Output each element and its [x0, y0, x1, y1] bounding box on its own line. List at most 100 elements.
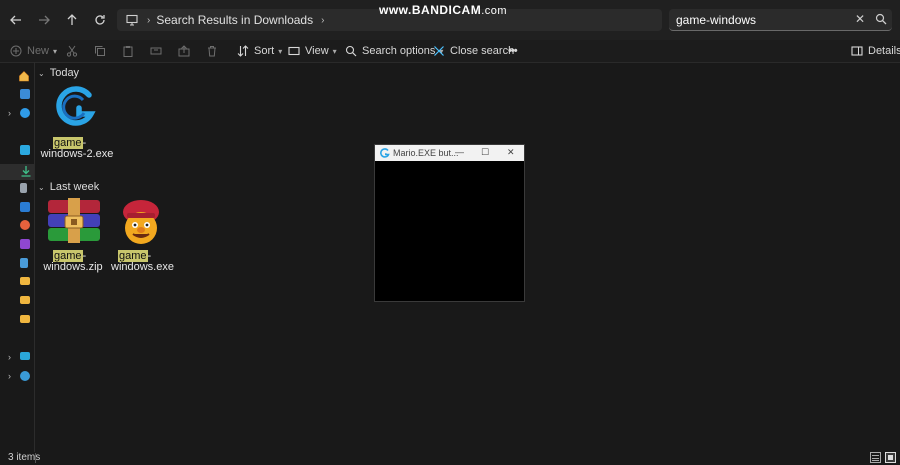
- details-label: Details: [868, 45, 900, 57]
- details-view-icon[interactable]: [870, 452, 881, 463]
- status-bar: 3 items: [0, 452, 900, 465]
- chevron-down-icon: ▾: [278, 46, 283, 56]
- details-pane-button[interactable]: Details: [851, 43, 900, 59]
- search-options-icon: [345, 45, 357, 57]
- view-icon: [288, 46, 300, 56]
- sort-button[interactable]: Sort ▾: [237, 43, 282, 59]
- chevron-down-icon: ⌄: [38, 68, 45, 78]
- game-canvas[interactable]: [375, 161, 524, 301]
- delete-button[interactable]: [206, 43, 223, 59]
- search-value: game-windows: [676, 13, 757, 27]
- gdevelop-icon: [380, 148, 390, 158]
- documents-icon[interactable]: [20, 183, 27, 193]
- search-icon[interactable]: [875, 13, 887, 25]
- more-options-button[interactable]: •••: [508, 43, 518, 59]
- file-name[interactable]: game- windows.zip: [40, 250, 106, 273]
- paste-button[interactable]: [122, 43, 139, 59]
- music-icon[interactable]: [20, 220, 30, 230]
- search-input[interactable]: game-windows ✕: [669, 9, 892, 31]
- trash-icon: [208, 46, 216, 57]
- file-icon[interactable]: [49, 86, 99, 130]
- close-icon[interactable]: ✕: [507, 147, 515, 158]
- group-label: Today: [49, 67, 80, 79]
- view-button[interactable]: View ▾: [288, 43, 337, 59]
- desktop-icon[interactable]: [20, 145, 30, 155]
- file-name-part: windows.zip: [43, 261, 103, 273]
- maximize-icon[interactable]: ☐: [481, 147, 489, 158]
- up-button[interactable]: [62, 10, 82, 30]
- gdevelop-icon: [56, 86, 96, 126]
- plus-circle-icon: [10, 45, 22, 57]
- downloads-icon[interactable]: [20, 165, 32, 177]
- this-pc-icon[interactable]: [20, 352, 30, 360]
- gallery-icon[interactable]: [20, 89, 30, 99]
- file-icon[interactable]: [46, 198, 102, 244]
- new-label: New: [27, 45, 50, 57]
- group-label: Last week: [49, 181, 100, 193]
- status-divider: [35, 453, 36, 463]
- minimize-icon[interactable]: —: [455, 147, 464, 157]
- clear-search-icon[interactable]: ✕: [855, 12, 865, 26]
- more-icon: •••: [508, 45, 518, 57]
- close-icon: [434, 46, 444, 56]
- chevron-right-icon[interactable]: ›: [8, 108, 11, 118]
- file-icon[interactable]: [117, 198, 165, 246]
- file-name[interactable]: game- windows.exe: [111, 250, 174, 273]
- videos-icon[interactable]: [20, 239, 30, 249]
- chevron-down-icon: ▾: [332, 46, 337, 56]
- rename-button[interactable]: [150, 43, 167, 59]
- refresh-button[interactable]: [90, 10, 110, 30]
- chevron-down-icon: ▾: [53, 46, 58, 56]
- view-label: View: [305, 45, 329, 57]
- mario-character-icon: [123, 200, 159, 244]
- close-search-label: Close search: [450, 45, 515, 57]
- search-options-button[interactable]: Search options ▾: [345, 43, 443, 59]
- copy-icon: [95, 46, 105, 56]
- mario-window-titlebar[interactable]: Mario.EXE but... — ☐ ✕: [375, 145, 524, 161]
- folder-icon[interactable]: [20, 296, 30, 304]
- breadcrumb-chevron-icon[interactable]: ›: [321, 15, 324, 26]
- back-button[interactable]: [6, 10, 26, 30]
- folder-icon[interactable]: [20, 315, 30, 323]
- close-search-button[interactable]: Close search: [433, 43, 514, 59]
- share-icon: [178, 45, 190, 57]
- mario-window[interactable]: Mario.EXE but... — ☐ ✕: [374, 144, 525, 302]
- breadcrumb-chevron-icon: ›: [147, 14, 151, 26]
- winrar-archive-icon: [48, 198, 100, 243]
- search-options-label: Search options: [362, 45, 436, 57]
- home-icon[interactable]: [18, 70, 30, 82]
- forward-button[interactable]: [34, 10, 54, 30]
- copy-button[interactable]: [94, 43, 111, 59]
- chevron-right-icon[interactable]: ›: [8, 352, 11, 362]
- large-icons-view-icon[interactable]: [885, 452, 896, 463]
- group-header-last-week[interactable]: ⌄ Last week: [38, 181, 99, 193]
- group-header-today[interactable]: ⌄ Today: [38, 67, 79, 79]
- chevron-down-icon: ⌄: [38, 182, 45, 192]
- rename-icon: [150, 47, 162, 55]
- title-bar: › Search Results in Downloads › www.BAND…: [0, 0, 900, 40]
- sort-label: Sort: [254, 45, 275, 57]
- folder-icon[interactable]: [20, 277, 30, 285]
- sort-icon: [237, 45, 249, 57]
- arrow-left-icon: [10, 15, 21, 25]
- onedrive-icon[interactable]: [20, 108, 30, 118]
- recycle-bin-icon[interactable]: [20, 258, 28, 268]
- file-name-part: windows-2.exe: [40, 148, 114, 160]
- bandicam-watermark: www.BANDICAM.com: [379, 3, 507, 17]
- watermark-tld: .com: [481, 5, 508, 17]
- network-icon[interactable]: [20, 371, 30, 381]
- pictures-icon[interactable]: [20, 202, 30, 212]
- window-title: Mario.EXE but...: [393, 148, 459, 158]
- file-name-part: windows.exe: [111, 261, 174, 273]
- refresh-icon: [95, 15, 105, 25]
- chevron-right-icon[interactable]: ›: [8, 371, 11, 381]
- scissors-icon: [66, 45, 78, 57]
- file-name[interactable]: game- windows-2.exe: [40, 137, 114, 160]
- watermark-text: www.BANDICAM: [379, 3, 482, 17]
- share-button[interactable]: [178, 43, 195, 59]
- navigation-pane: › › ›: [0, 62, 35, 452]
- cut-button[interactable]: [66, 43, 83, 59]
- new-button[interactable]: New ▾: [10, 43, 57, 59]
- arrow-up-icon: [67, 14, 77, 25]
- breadcrumb[interactable]: Search Results in Downloads: [156, 13, 313, 27]
